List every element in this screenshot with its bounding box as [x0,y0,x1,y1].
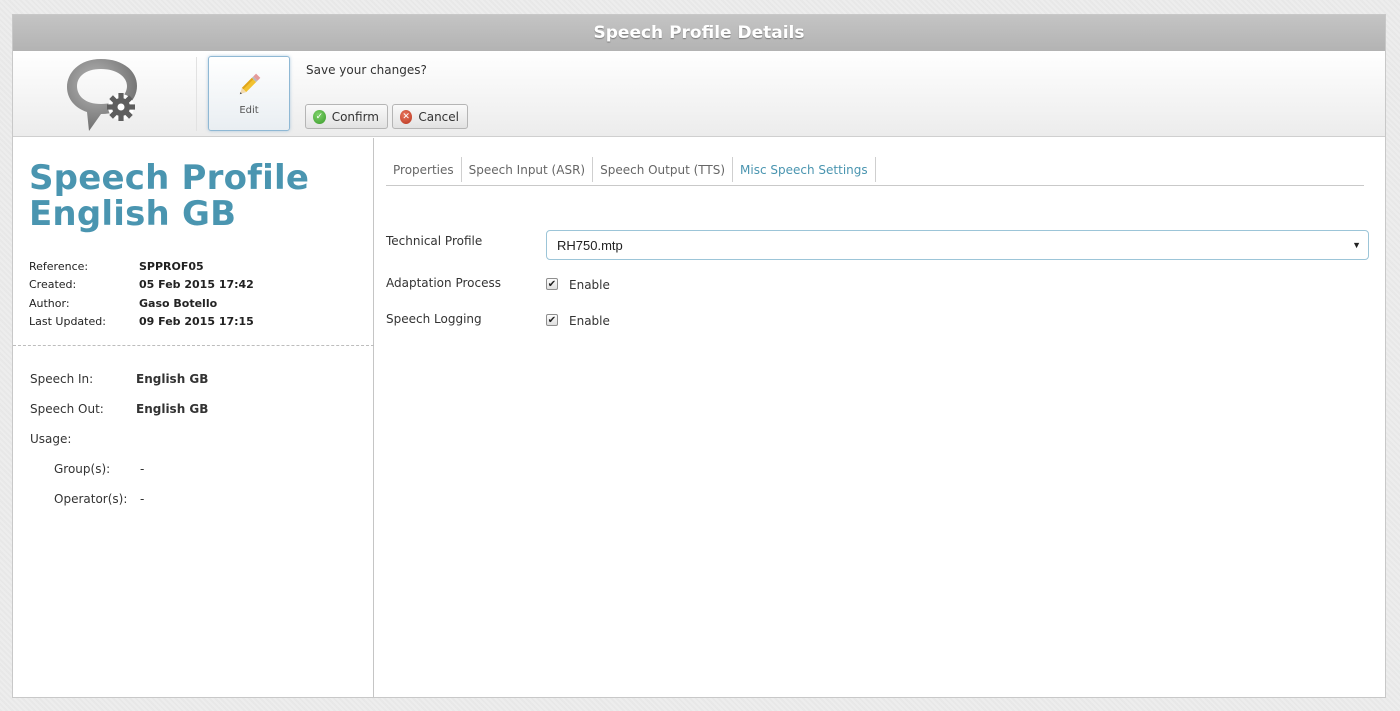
settings-panel: Properties Speech Input (ASR) Speech Out… [386,138,1376,697]
window-title: Speech Profile Details [593,23,805,43]
cancel-button[interactable]: ✕ Cancel [392,104,468,129]
caret-down-icon: ▼ [1352,240,1361,250]
usage-summary: Speech In: English GB Speech Out: Englis… [30,364,208,514]
checkmark-icon: ✔ [547,278,557,290]
speech-profile-window: Speech Profile Details Edit Save your ch… [12,14,1386,698]
window-titlebar: Speech Profile Details [13,15,1385,51]
meta-value: Gaso Botello [139,296,218,310]
section-divider [13,345,374,346]
speech-logging-label: Speech Logging [386,312,482,326]
speech-out-row: Speech Out: English GB [30,394,208,424]
x-circle-icon: ✕ [400,109,413,124]
speech-out-label: Speech Out: [30,402,104,416]
meta-row-author: Author: Gaso Botello [29,294,254,313]
tab-bar: Properties Speech Input (ASR) Speech Out… [386,157,1364,186]
logging-enable-label[interactable]: Enable [569,314,610,328]
meta-key: Author: [29,296,70,310]
operators-label: Operator(s): [54,492,128,506]
tab-speech-input-asr[interactable]: Speech Input (ASR) [462,157,594,182]
operators-value: - [140,492,145,506]
meta-value: SPPROF05 [139,259,204,273]
tab-speech-output-tts[interactable]: Speech Output (TTS) [593,157,734,182]
technical-profile-label: Technical Profile [386,234,483,248]
check-circle-icon: ✓ [313,109,326,124]
groups-label: Group(s): [54,462,111,476]
meta-row-last-updated: Last Updated: 09 Feb 2015 17:15 [29,313,254,332]
profile-title-line2: English GB [29,194,237,234]
speech-in-label: Speech In: [30,372,94,386]
speech-in-row: Speech In: English GB [30,364,208,394]
speech-bubble-gear-icon [67,59,137,131]
tab-properties[interactable]: Properties [386,157,462,182]
edit-button[interactable]: Edit [208,56,290,131]
operators-row: Operator(s): - [30,484,208,514]
adaptation-process-label: Adaptation Process [386,276,501,290]
profile-meta: Reference: SPPROF05 Created: 05 Feb 2015… [29,257,254,331]
meta-key: Reference: [29,259,89,273]
meta-row-created: Created: 05 Feb 2015 17:42 [29,276,254,295]
tab-misc-speech-settings[interactable]: Misc Speech Settings [733,157,876,182]
adaptation-enable-label[interactable]: Enable [569,278,610,292]
adaptation-enable-checkbox[interactable]: ✔ [546,278,558,290]
confirm-label: Confirm [331,109,379,124]
profile-title: Speech Profile English GB [29,160,309,232]
save-prompt-text: Save your changes? [306,63,427,77]
checkmark-icon: ✔ [547,314,557,326]
groups-value: - [140,462,145,476]
cancel-label: Cancel [418,109,459,124]
groups-row: Group(s): - [30,454,208,484]
toolbar: Edit Save your changes? ✓ Confirm ✕ Canc… [13,51,1385,137]
edit-label: Edit [239,105,259,116]
pencil-icon [239,73,261,95]
toolbar-divider [196,57,197,131]
speech-out-value: English GB [136,402,209,416]
technical-profile-select[interactable]: RH750.mtp ▼ [546,230,1369,260]
usage-row: Usage: [30,424,208,454]
profile-summary-panel: Speech Profile English GB Reference: SPP… [13,138,374,697]
meta-value: 09 Feb 2015 17:15 [139,315,254,329]
profile-title-line1: Speech Profile [29,158,310,198]
logging-enable-checkbox[interactable]: ✔ [546,314,558,326]
meta-value: 05 Feb 2015 17:42 [139,278,254,292]
confirm-button[interactable]: ✓ Confirm [305,104,388,129]
meta-key: Created: [29,278,77,292]
usage-label: Usage: [30,432,72,446]
technical-profile-value: RH750.mtp [557,237,623,253]
meta-row-reference: Reference: SPPROF05 [29,257,254,276]
meta-key: Last Updated: [29,315,106,329]
speech-in-value: English GB [136,372,209,386]
